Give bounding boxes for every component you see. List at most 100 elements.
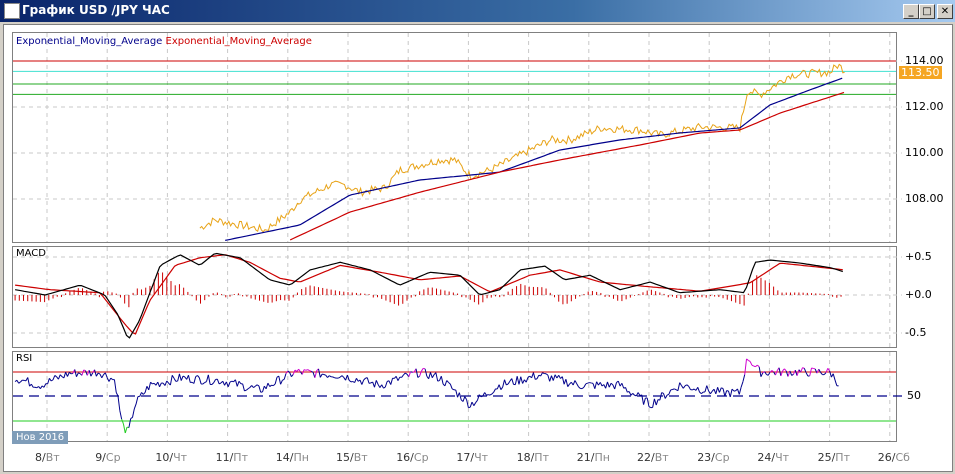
rsi-line-segment [581,386,585,390]
macd-axis-label: +0.5 [905,250,932,263]
rsi-line-segment [738,387,742,395]
rsi-line-segment [677,382,681,391]
rsi-line-segment [390,378,394,385]
rsi-line-segment [532,372,536,380]
rsi-line-segment [144,386,148,393]
x-tick-weekday: Пн [594,451,610,464]
rsi-line-segment [578,386,581,389]
rsi-line-segment [193,376,197,384]
x-tick-day: 9/ [95,451,106,464]
rsi-line-segment [692,388,695,391]
price-axis-label: 108.00 [905,192,944,205]
rsi-line-segment [823,372,827,375]
rsi-line-segment [338,376,341,379]
rsi-line-segment [666,393,670,396]
x-tick-day: 11/ [215,451,234,464]
rsi-line-segment [748,359,751,362]
rsi-line-segment [197,375,200,378]
rsi-line-segment [30,383,34,388]
rsi-line-segment [262,386,265,393]
x-tick-label: 17/Чт [456,451,488,464]
rsi-line-segment [475,400,478,403]
rsi-line-segment [709,390,713,395]
rsi-line-segment [251,385,254,388]
rsi-line-segment [518,376,522,385]
rsi-line-segment [722,388,726,397]
x-tick-label: 14/Пн [276,451,309,464]
rsi-line-segment [699,391,702,395]
rsi-line-segment [195,375,198,377]
rsi-line-segment [16,379,20,384]
rsi-line-segment [507,380,511,385]
rsi-line-segment [298,368,301,373]
rsi-line-segment [625,387,628,393]
rsi-line-segment [440,376,444,385]
x-tick-label: 16/Ср [396,451,428,464]
rsi-line-segment [108,377,112,382]
rsi-line-segment [558,375,561,379]
x-tick-label: 8/Вт [35,451,60,464]
rsi-line-segment [621,383,625,389]
rsi-line-segment [498,384,502,390]
x-tick-day: 10/ [155,451,174,464]
rsi-line-segment [502,379,506,388]
rsi-line-segment [124,426,128,434]
rsi-line-segment [113,379,117,393]
rsi-line-segment [721,387,724,389]
rsi-line-segment [59,374,63,377]
rsi-line-segment [718,387,722,393]
rsi-line-segment [791,373,794,376]
rsi-line-segment [834,379,838,386]
rsi-line-segment [363,377,366,381]
x-tick-label: 11/Пт [216,451,248,464]
rsi-line-segment [800,367,803,373]
macd-axis-label: -0.5 [905,326,927,339]
rsi-line-segment [514,376,518,385]
rsi-line-segment [424,368,428,377]
rsi-line-segment [686,384,690,387]
rsi-line-segment [684,384,688,387]
rsi-line-segment [742,374,746,382]
rsi-line-segment [267,382,271,387]
legend-ema-slow: Exponential_Moving_Average [165,36,312,47]
rsi-line-segment [63,372,67,379]
x-tick-day: 23/ [697,451,715,464]
rsi-line-segment [653,398,657,406]
rsi-line-segment [605,381,608,389]
rsi-line-segment [753,365,756,368]
rsi-line-segment [455,389,459,398]
rsi-line-segment [78,372,81,375]
rsi-line-segment [704,385,708,393]
rsi-line-segment [614,382,617,390]
rsi-line-segment [81,369,85,376]
rsi-axis-label: 50 [907,389,921,402]
rsi-line-segment [254,384,258,387]
rsi-line-segment [757,364,760,368]
x-tick-weekday: Пт [534,451,549,464]
macd-label: MACD [16,248,46,259]
rsi-line-segment [47,378,50,385]
rsi-line-segment [121,418,124,425]
rsi-line-segment [697,387,701,393]
legend-ema-fast: Exponential_Moving_Average [16,36,163,47]
rsi-label: RSI [16,353,33,364]
rsi-line-segment [458,392,462,400]
rsi-line-segment [104,372,108,378]
rsi-line-segment [269,384,272,387]
rsi-line-segment [131,408,135,418]
rsi-line-segment [486,394,489,396]
rsi-line-segment [204,381,207,383]
rsi-line-segment [540,372,543,377]
rsi-line-segment [348,380,352,383]
rsi-line-segment [805,372,809,377]
rsi-line-segment [309,370,312,372]
rsi-line-segment [202,382,206,385]
rsi-line-segment [374,380,377,388]
rsi-line-segment [617,380,621,387]
rsi-line-segment [606,381,610,388]
rsi-line-segment [511,378,515,385]
rsi-line-segment [462,396,466,402]
x-tick-day: 16/ [396,451,414,464]
rsi-line-segment [383,386,386,389]
rsi-line-segment [449,383,453,390]
